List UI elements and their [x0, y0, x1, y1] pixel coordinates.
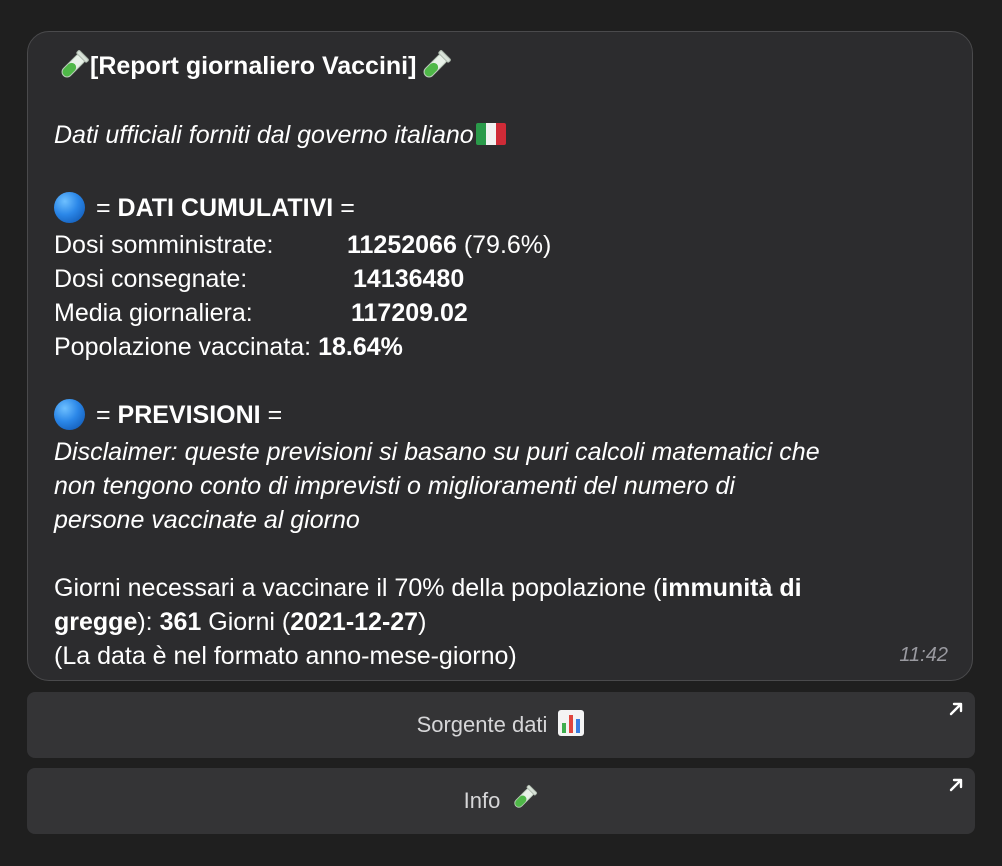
- data-source-button[interactable]: Sorgente dati: [27, 692, 975, 758]
- heading-eq-right: =: [340, 194, 355, 222]
- stat-row-vaccinated-population: Popolazione vaccinata: 18.64%: [54, 330, 403, 364]
- herd-text: Giorni necessari a vaccinare il 70% dell…: [54, 574, 662, 602]
- disclaimer-line: Disclaimer: queste previsioni si basano …: [54, 438, 820, 466]
- heading-eq-right: =: [267, 401, 283, 429]
- days-count: 361: [159, 608, 202, 636]
- stat-value: 14136480: [353, 265, 465, 293]
- button-label: Info: [463, 788, 501, 813]
- open-link-arrow-icon: [947, 698, 965, 716]
- open-link-arrow-icon: [947, 774, 965, 792]
- blue-circle-icon: [54, 191, 85, 223]
- stat-row-doses-delivered: Dosi consegnate: 14136480: [54, 262, 464, 296]
- stat-label: Media giornaliera:: [54, 299, 253, 327]
- message-subtitle: Dati ufficiali forniti dal governo itali…: [54, 121, 474, 149]
- heading-eq-left: =: [95, 194, 111, 222]
- test-tube-icon: [416, 49, 452, 85]
- message-title: [Report giornaliero Vaccini]: [90, 52, 417, 80]
- heading-eq-left: =: [95, 401, 111, 429]
- stat-value: 117209.02: [351, 299, 468, 327]
- herd-text: ):: [137, 608, 160, 636]
- herd-text: ): [418, 608, 427, 636]
- days-unit: Giorni (: [201, 608, 291, 636]
- message-title-line: [Report giornaliero Vaccini]: [54, 49, 452, 85]
- test-tube-icon: [508, 784, 538, 814]
- stat-label: Dosi consegnate:: [54, 265, 248, 293]
- stat-extra: (79.6%): [463, 231, 552, 259]
- stat-label: Dosi somministrate:: [54, 231, 274, 259]
- herd-immunity-line: Giorni necessari a vaccinare il 70% dell…: [54, 571, 802, 605]
- stat-value: 11252066: [347, 231, 457, 259]
- test-tube-icon: [54, 49, 90, 85]
- forecast-heading-line: = PREVISIONI =: [54, 398, 282, 432]
- message-timestamp: 11:42: [899, 644, 948, 666]
- info-button[interactable]: Info: [27, 768, 975, 834]
- message-bubble: [Report giornaliero Vaccini] Dati uffici…: [27, 31, 973, 681]
- herd-immunity-line: gregge): 361 Giorni (2021-12-27): [54, 605, 426, 639]
- bar-chart-icon: [557, 709, 585, 737]
- cumulative-heading-line: = DATI CUMULATIVI =: [54, 191, 355, 225]
- disclaimer-line: persone vaccinate al giorno: [54, 506, 360, 534]
- disclaimer-line: non tengono conto di imprevisti o miglio…: [54, 472, 735, 500]
- button-label: Sorgente dati: [416, 712, 548, 737]
- herd-immunity-label: gregge: [54, 608, 138, 636]
- italy-flag-icon: [475, 123, 506, 146]
- stat-row-daily-average: Media giornaliera: 117209.02: [54, 296, 468, 330]
- forecast-date: 2021-12-27: [290, 608, 419, 636]
- message-subtitle-line: Dati ufficiali forniti dal governo itali…: [54, 118, 506, 152]
- stat-row-doses-administered: Dosi somministrate: 11252066 (79.6%): [54, 228, 551, 262]
- herd-immunity-label: immunità di: [661, 574, 802, 602]
- forecast-heading: PREVISIONI: [117, 401, 261, 429]
- cumulative-heading: DATI CUMULATIVI: [117, 194, 334, 222]
- stat-value: 18.64%: [318, 333, 403, 361]
- date-format-note: (La data è nel formato anno-mese-giorno): [54, 642, 517, 670]
- stat-label: Popolazione vaccinata:: [54, 333, 312, 361]
- blue-circle-icon: [54, 398, 85, 430]
